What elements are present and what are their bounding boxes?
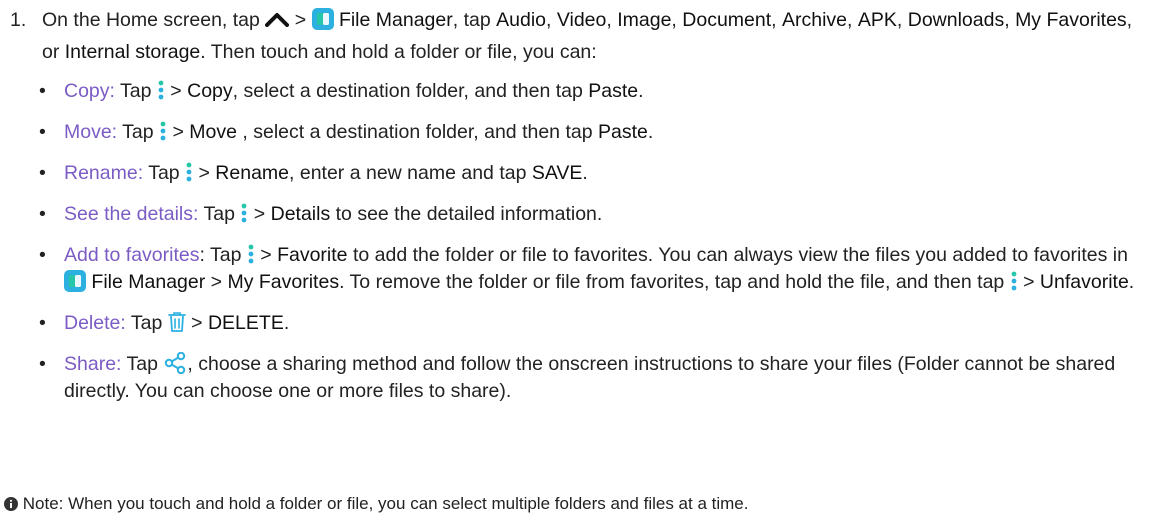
option-text: >	[193, 162, 216, 184]
option-text: , select a destination folder, and then …	[232, 80, 589, 102]
internal-storage-label: Internal storage	[64, 41, 201, 63]
move-action: Move	[189, 121, 237, 143]
note-text: Note: When you touch and hold a folder o…	[22, 494, 749, 513]
option-text: .	[638, 80, 644, 102]
option-text: : Tap	[199, 244, 247, 266]
separator: ,	[546, 9, 557, 31]
page: 1. On the Home screen, tap > File Manage…	[0, 0, 1160, 521]
bullet: •	[39, 80, 46, 102]
option-text: >	[1017, 271, 1040, 293]
separator: ,	[847, 9, 858, 31]
option-text: .	[647, 121, 654, 143]
option-text: to add the folder or file to favorites. …	[347, 244, 1128, 266]
bullet: •	[39, 203, 46, 225]
more-vertical-icon	[160, 121, 166, 141]
step-1: 1. On the Home screen, tap > File Manage…	[0, 4, 1160, 68]
info-icon	[4, 496, 18, 511]
option-text: >	[254, 244, 278, 266]
option-text: , select a destination folder, and then …	[236, 121, 598, 143]
image-label: Image	[617, 9, 672, 31]
separator: ,	[1004, 9, 1016, 31]
file-manager-label: File Manager	[91, 271, 206, 293]
step-text: On the Home screen, tap	[42, 9, 266, 31]
bullet: •	[39, 353, 46, 375]
apk-label: APK	[857, 9, 897, 31]
option-text: >	[164, 80, 188, 102]
chevron-up-icon	[265, 12, 290, 27]
option-label: Rename:	[64, 162, 144, 184]
option-text: to see the detailed information.	[330, 203, 603, 225]
trash-icon	[167, 312, 186, 332]
bullet: •	[39, 312, 46, 334]
my-favorites-label: My Favorites	[1015, 9, 1127, 31]
my-favorites-label: My Favorites	[227, 271, 340, 293]
bullet: •	[39, 244, 46, 266]
option-details: • See the details: Tap > Details to see …	[0, 201, 1160, 228]
option-text: , enter a new name and tap	[289, 162, 532, 184]
option-move: • Move: Tap > Move , select a destinatio…	[0, 119, 1160, 146]
more-vertical-icon	[241, 203, 247, 223]
note: Note: When you touch and hold a folder o…	[4, 493, 748, 515]
delete-action: DELETE	[207, 312, 284, 334]
option-label: Share:	[64, 353, 122, 375]
document-label: Document	[682, 9, 772, 31]
option-text: . To remove the folder or file from favo…	[339, 271, 1010, 293]
step-text: , tap	[452, 9, 497, 31]
option-label: Add to favorites	[64, 244, 200, 266]
option-text: , choose a sharing method and follow the…	[64, 353, 1116, 402]
step-text: . Then touch and hold a folder or file, …	[200, 41, 597, 63]
option-text: Tap	[117, 121, 160, 143]
more-vertical-icon	[158, 80, 164, 100]
rename-action: Rename	[215, 162, 290, 184]
file-manager-app-icon	[311, 7, 334, 30]
option-text: >	[248, 203, 271, 225]
separator: ,	[771, 9, 782, 31]
downloads-label: Downloads	[907, 9, 1005, 31]
share-icon	[165, 351, 186, 374]
audio-label: Audio	[496, 9, 546, 31]
more-vertical-icon	[186, 162, 192, 182]
option-label: Delete:	[64, 312, 126, 334]
option-delete: • Delete: Tap > DELETE.	[0, 310, 1160, 337]
separator: ,	[671, 9, 683, 31]
unfavorite-action: Unfavorite	[1039, 271, 1129, 293]
more-vertical-icon	[248, 244, 254, 264]
details-action: Details	[270, 203, 331, 225]
file-manager-app-icon	[64, 269, 86, 292]
separator: ,	[896, 9, 908, 31]
option-text: Tap	[125, 312, 168, 334]
more-vertical-icon	[1011, 271, 1017, 291]
save-label: SAVE	[531, 162, 583, 184]
option-text: Tap	[114, 80, 157, 102]
option-text: .	[283, 312, 290, 334]
archive-label: Archive	[781, 9, 848, 31]
option-text: Tap	[198, 203, 241, 225]
video-label: Video	[556, 9, 607, 31]
copy-action: Copy	[187, 80, 233, 102]
favorite-action: Favorite	[277, 244, 348, 266]
option-text: >	[205, 271, 228, 293]
file-manager-label: File Manager	[338, 9, 453, 31]
option-label: Copy:	[64, 80, 115, 102]
option-copy: • Copy: Tap > Copy, select a destination…	[0, 78, 1160, 105]
paste-label: Paste	[588, 80, 639, 102]
step-text: >	[289, 9, 312, 31]
option-text: .	[582, 162, 588, 184]
paste-label: Paste	[597, 121, 648, 143]
separator: ,	[606, 9, 618, 31]
option-text: .	[1128, 271, 1135, 293]
option-text: Tap	[143, 162, 186, 184]
bullet: •	[39, 121, 46, 143]
options-list: • Copy: Tap > Copy, select a destination…	[0, 78, 1160, 405]
option-favorite: • Add to favorites: Tap > Favorite to ad…	[0, 242, 1160, 296]
option-rename: • Rename: Tap > Rename, enter a new name…	[0, 160, 1160, 187]
option-share: • Share: Tap , choose a sharing method a…	[0, 351, 1160, 405]
option-label: See the details:	[64, 203, 199, 225]
step-number: 1.	[10, 9, 27, 31]
option-text: >	[167, 121, 190, 143]
option-label: Move:	[64, 121, 118, 143]
bullet: •	[39, 162, 46, 184]
option-text: >	[185, 312, 208, 334]
option-text: Tap	[121, 353, 164, 375]
